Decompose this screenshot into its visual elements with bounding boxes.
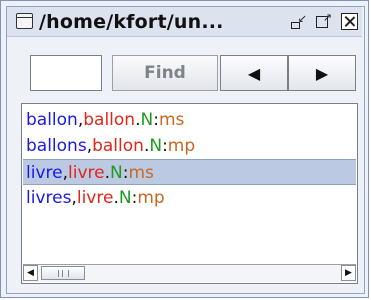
entry-lemma: ballon: [83, 110, 136, 130]
entry-pos: N: [118, 188, 132, 208]
entry-feature: mp: [137, 188, 165, 208]
horizontal-scrollbar[interactable]: ◀ ▶: [23, 264, 356, 282]
window-icon[interactable]: [16, 13, 33, 29]
entry-word: livres: [26, 188, 72, 208]
triangle-right-icon: ▶: [315, 63, 329, 83]
search-input[interactable]: [30, 55, 102, 91]
list-item[interactable]: ballon,ballon.N:ms: [23, 107, 356, 133]
results-list[interactable]: ballon,ballon.N:ms ballons,ballon.N:mp liv…: [21, 103, 358, 284]
scroll-right-icon[interactable]: ▶: [341, 265, 356, 281]
previous-button[interactable]: ◀: [220, 55, 288, 91]
entry-lemma: ballon: [92, 136, 144, 156]
scroll-thumb[interactable]: [41, 266, 85, 280]
entry-pos: N: [140, 110, 154, 130]
list-item[interactable]: livres,livre.N:mp: [23, 185, 356, 211]
entry-lemma: livre: [76, 188, 114, 208]
close-icon[interactable]: [341, 13, 358, 30]
entry-pos: N: [110, 163, 123, 183]
entry-pos: N: [149, 136, 163, 156]
next-button[interactable]: ▶: [288, 55, 356, 91]
entry-feature: ms: [128, 163, 154, 183]
maximize-icon[interactable]: ↗: [316, 11, 332, 29]
entry-lemma: livre: [68, 163, 105, 183]
entry-word: ballons: [26, 136, 87, 156]
window-title: /home/kfort/un...: [39, 11, 224, 33]
triangle-left-icon: ◀: [247, 63, 261, 83]
find-button[interactable]: Find: [112, 55, 218, 91]
scroll-left-icon[interactable]: ◀: [23, 265, 38, 281]
title-bar[interactable]: /home/kfort/un... ↙ ↗: [7, 7, 362, 37]
entry-word: ballon: [26, 110, 78, 130]
list-item[interactable]: livre,livre.N:ms: [23, 159, 356, 185]
list-item[interactable]: ballons,ballon.N:mp: [23, 133, 356, 159]
minimize-icon[interactable]: ↙: [291, 13, 307, 29]
entry-word: livre: [26, 163, 63, 183]
entry-feature: ms: [158, 110, 185, 130]
entry-feature: mp: [167, 136, 196, 156]
